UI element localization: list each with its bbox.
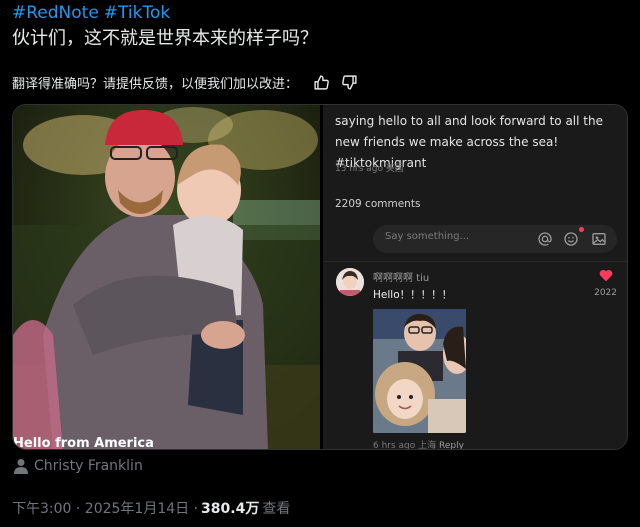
post-footer: 下午3:00 · 2025年1月14日 · 380.4万 查看 xyxy=(12,498,290,518)
comment-text: Hello！！！！！ xyxy=(373,289,453,301)
comment-photo[interactable] xyxy=(373,309,466,433)
comments-count: 2209 comments xyxy=(335,198,421,210)
comment-like-count: 2022 xyxy=(594,288,617,298)
person-icon xyxy=(14,459,28,474)
comment-time: 6 hrs ago 上海 xyxy=(373,441,437,450)
comment-divider xyxy=(323,261,627,262)
rednote-screenshot[interactable]: saying hello to all and look forward to … xyxy=(323,105,627,449)
commenter-avatar[interactable] xyxy=(336,268,364,296)
notification-dot xyxy=(579,227,584,232)
image-icon[interactable] xyxy=(591,231,607,247)
thumbs-down-icon[interactable] xyxy=(340,74,358,92)
media-author[interactable]: Christy Franklin xyxy=(14,458,143,474)
post-text: 伙计们，这不就是世界本来的样子吗？ xyxy=(12,28,318,49)
hashtag-rednote[interactable]: #RedNote xyxy=(12,3,99,23)
post-hashtags: #RedNote #TikTok xyxy=(12,3,175,23)
views-count: 380.4万 xyxy=(201,501,260,517)
comment-meta: 6 hrs ago 上海 Reply xyxy=(373,438,464,450)
author-name: Christy Franklin xyxy=(34,458,143,474)
comment-photo-image xyxy=(373,309,466,433)
commenter-username[interactable]: 啊啊啊啊 tiu xyxy=(373,269,429,284)
comment-input[interactable] xyxy=(385,231,525,242)
post-timestamp[interactable]: 下午3:00 · 2025年1月14日 · xyxy=(12,498,198,518)
family-photo-image xyxy=(13,105,320,449)
family-photo[interactable]: Hello from America xyxy=(13,105,320,449)
reply-button[interactable]: Reply xyxy=(439,441,464,449)
thumbs-up-icon[interactable] xyxy=(312,74,330,92)
photo-caption: Hello from America xyxy=(13,436,154,449)
hashtag-tiktok[interactable]: #TikTok xyxy=(104,3,170,23)
avatar-image xyxy=(336,268,364,296)
emoji-icon[interactable] xyxy=(563,231,579,247)
comment-input-box[interactable] xyxy=(373,225,617,253)
feedback-question: 翻译得准确吗？请提供反馈，以便我们加以改进： xyxy=(12,77,299,92)
mention-icon[interactable] xyxy=(537,231,553,247)
post-media[interactable]: Hello from America saying hello to all a… xyxy=(12,104,628,450)
translation-feedback: 翻译得准确吗？请提供反馈，以便我们加以改进： xyxy=(12,73,358,92)
views-label: 查看 xyxy=(262,501,291,517)
heart-icon[interactable] xyxy=(599,269,613,282)
note-meta: 13 hrs ago 美国 xyxy=(335,164,404,174)
